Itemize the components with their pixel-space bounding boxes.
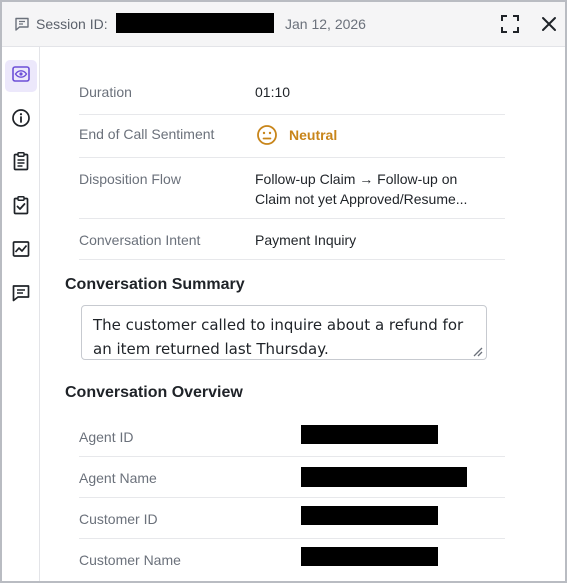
agent-id-label: Agent ID [79,429,134,445]
close-icon[interactable] [538,13,560,35]
summary-textarea[interactable]: The customer called to inquire about a r… [81,305,487,360]
sidebar-item-checklist[interactable] [5,191,37,223]
sidebar-item-analytics[interactable] [5,235,37,267]
customer-name-label: Customer Name [79,552,181,568]
agent-name-label: Agent Name [79,470,157,486]
agent-id-row: Agent ID [79,416,505,457]
intent-label: Conversation Intent [79,232,201,248]
resize-grip-icon[interactable] [471,344,483,357]
eye-icon [11,64,31,89]
agent-name-value-redacted [301,467,467,487]
customer-id-row: Customer ID [79,498,505,539]
message-icon [14,16,30,32]
session-id-label: Session ID: [36,16,108,32]
duration-value: 01:10 [255,84,291,100]
customer-name-value-redacted [301,547,438,566]
overview-title: Conversation Overview [65,384,243,401]
duration-label: Duration [79,84,132,100]
customer-id-label: Customer ID [79,511,158,527]
panel-header: Session ID: Jan 12, 2026 [2,2,565,47]
agent-id-value-redacted [301,425,438,444]
sentiment-label: End of Call Sentiment [79,126,215,142]
clipboard-check-icon [11,195,31,220]
overview-content: Duration 01:10 End of Call Sentiment Neu… [41,47,565,581]
disposition-flow-line2: Claim not yet Approved/Resume... [255,191,468,207]
agent-name-row: Agent Name [79,457,505,498]
sidebar-item-info[interactable] [5,104,37,136]
fullscreen-icon[interactable] [499,13,521,35]
session-date: Jan 12, 2026 [285,16,366,32]
customer-name-row: Customer Name [79,539,505,580]
info-icon [11,108,31,133]
chart-icon [11,239,31,264]
disposition-flow-line1: Follow-up Claim → Follow-up on [255,171,458,187]
sidebar-item-transcript[interactable] [5,147,37,179]
sentiment-row: End of Call Sentiment Neutral [79,115,505,158]
sentiment-value: Neutral [289,127,338,143]
intent-row: Conversation Intent Payment Inquiry [79,219,505,260]
summary-title: Conversation Summary [65,276,245,293]
customer-id-value-redacted [301,506,438,525]
disposition-flow-label: Disposition Flow [79,171,181,187]
sidebar-item-comments[interactable] [5,279,37,311]
sidebar-nav [2,47,40,581]
neutral-face-icon [256,124,278,146]
sidebar-item-overview[interactable] [5,60,37,92]
duration-row: Duration 01:10 [79,69,505,115]
session-id-value-redacted [116,13,274,33]
comment-icon [11,283,31,308]
session-panel: Session ID: Jan 12, 2026 Duration 01:10 … [0,0,567,583]
disposition-flow-row: Disposition Flow Follow-up Claim → Follo… [79,158,505,219]
intent-value: Payment Inquiry [255,232,357,248]
clipboard-icon [11,151,31,176]
